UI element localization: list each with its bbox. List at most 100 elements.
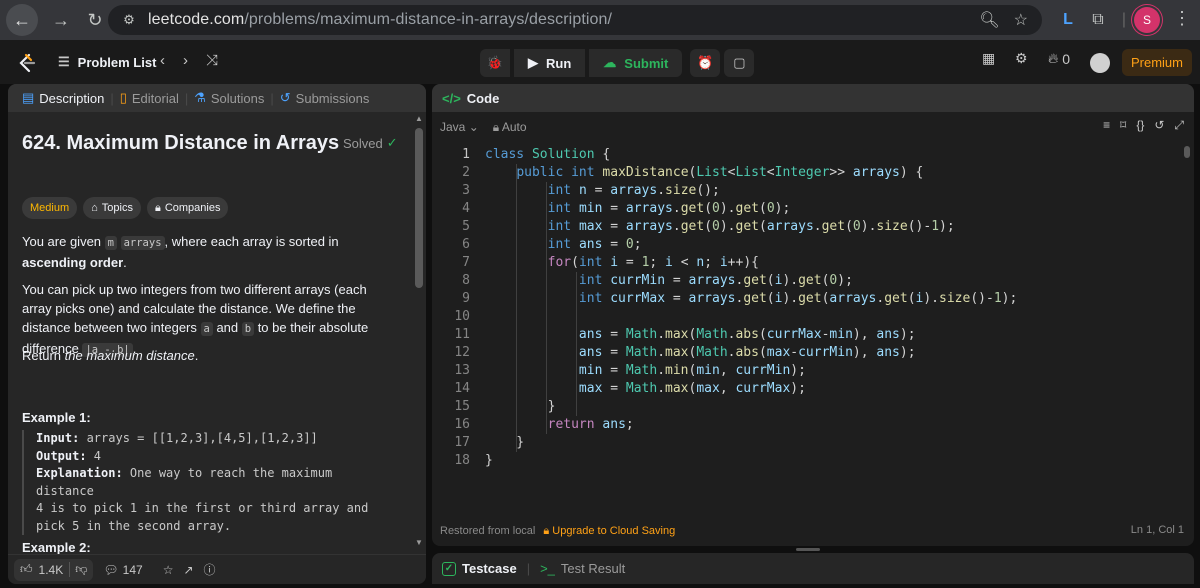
editor-scrollbar[interactable] bbox=[1184, 146, 1190, 158]
code-line: 2 public int maxDistance(List<List<Integ… bbox=[432, 164, 1182, 182]
tab-testcase[interactable]: ✓ Testcase bbox=[442, 561, 517, 576]
tab-solutions[interactable]: ⚗ Solutions bbox=[188, 90, 270, 106]
share-icon[interactable]: ↗ bbox=[183, 563, 193, 577]
notes-button[interactable]: ▢ bbox=[724, 49, 755, 77]
line-number: 6 bbox=[462, 237, 470, 252]
zoom-icon[interactable]: 🔍︎ bbox=[979, 10, 999, 30]
tab-editorial[interactable]: ▯ Editorial bbox=[114, 90, 185, 106]
like-count: 1.4K bbox=[38, 562, 64, 577]
inline-code: a bbox=[200, 322, 213, 336]
reload-icon[interactable]: ↻ bbox=[80, 5, 110, 35]
fullscreen-icon[interactable]: ⤢ bbox=[1174, 118, 1184, 133]
input-value: arrays = [[1,2,3],[4,5],[1,2,3]] bbox=[79, 431, 318, 445]
shuffle-icon[interactable]: ⤨ bbox=[206, 52, 218, 69]
example-2-title: Example 2: bbox=[22, 540, 91, 555]
user-avatar[interactable] bbox=[1090, 53, 1110, 73]
bookmark-star-icon[interactable]: ☆ bbox=[1014, 10, 1028, 30]
reset-icon[interactable]: ↺ bbox=[1154, 118, 1164, 133]
code-line: 11 ans = Math.max(Math.abs(currMax-min),… bbox=[432, 326, 1182, 344]
tab-editorial-label: Editorial bbox=[131, 90, 179, 106]
book-icon: ▯ bbox=[119, 90, 127, 105]
line-number: 12 bbox=[454, 345, 470, 360]
thumbs-up-icon[interactable]: 👍︎ bbox=[20, 562, 33, 577]
code-line: 6 int ans = 0; bbox=[432, 236, 1182, 254]
companies-badge[interactable]: 🔒︎ Companies bbox=[146, 197, 229, 219]
italic-text: the maximum distance bbox=[64, 348, 195, 363]
favorite-star-icon[interactable]: ☆ bbox=[163, 563, 174, 577]
browser-menu-icon[interactable]: ⋮ bbox=[1172, 8, 1192, 32]
line-number: 4 bbox=[462, 201, 470, 216]
address-bar[interactable]: ⚙ leetcode.com/problems/maximum-distance… bbox=[108, 5, 1042, 35]
code-editor[interactable]: 1 class Solution { 2 public int maxDistan… bbox=[432, 146, 1194, 506]
explanation-text: pick 5 in the second array. bbox=[36, 518, 232, 533]
leetcode-logo-icon[interactable] bbox=[16, 52, 38, 74]
vertical-resize-handle[interactable] bbox=[796, 548, 820, 551]
line-number: 7 bbox=[462, 255, 470, 270]
problem-list-label: Problem List bbox=[77, 54, 157, 70]
prev-problem-icon[interactable]: ‹ bbox=[160, 52, 165, 69]
topics-badge[interactable]: ⌂ Topics bbox=[83, 197, 141, 219]
code-line: 13 min = Math.min(min, currMin); bbox=[432, 362, 1182, 380]
solved-label: Solved bbox=[343, 135, 383, 151]
settings-gear-icon[interactable]: ⚙ bbox=[1015, 50, 1028, 67]
auto-label: Auto bbox=[501, 119, 527, 134]
submit-button[interactable]: ☁ Submit bbox=[589, 49, 683, 77]
next-problem-icon[interactable]: › bbox=[183, 52, 188, 69]
braces-icon[interactable]: {} bbox=[1136, 118, 1144, 133]
line-number: 3 bbox=[462, 183, 470, 198]
help-icon[interactable]: ⓘ bbox=[204, 561, 216, 578]
site-settings-icon[interactable]: ⚙ bbox=[120, 11, 138, 29]
explanation-label: Explanation: bbox=[36, 466, 123, 480]
thumbs-down-icon[interactable]: 👎︎ bbox=[69, 562, 87, 577]
url-text: leetcode.com/problems/maximum-distance-i… bbox=[148, 11, 612, 29]
problem-list-button[interactable]: ☰ Problem List bbox=[58, 54, 156, 70]
output-label: Output: bbox=[36, 448, 87, 463]
like-dislike-group: 👍︎ 1.4K 👎︎ bbox=[14, 558, 94, 581]
run-label: Run bbox=[546, 55, 572, 71]
back-icon[interactable]: ← bbox=[6, 4, 38, 36]
code-toolbar: Java ⌄ 🔒︎ Auto bbox=[432, 112, 1194, 142]
difficulty-badge[interactable]: Medium bbox=[22, 197, 78, 219]
tab-submissions[interactable]: ↺ Submissions bbox=[274, 90, 376, 106]
code-line: 5 int max = arrays.get(0).get(arrays.get… bbox=[432, 218, 1182, 236]
description-scrollbar[interactable]: ▲ ▼ bbox=[412, 112, 426, 552]
timer-button[interactable]: ⏰ bbox=[690, 49, 721, 77]
code-tab[interactable]: </> Code bbox=[432, 84, 1194, 112]
language-value: Java bbox=[440, 120, 466, 134]
scroll-down-icon[interactable]: ▼ bbox=[415, 538, 423, 547]
bookmark-icon[interactable]: ⌑ bbox=[1120, 118, 1126, 133]
restored-text: Restored from local bbox=[440, 525, 536, 537]
format-icon[interactable]: ≡ bbox=[1103, 118, 1110, 133]
text: . bbox=[123, 255, 127, 270]
inline-code: m bbox=[104, 236, 117, 250]
scrollbar-thumb[interactable] bbox=[415, 128, 423, 288]
tab-description[interactable]: ▤ Description bbox=[16, 90, 110, 106]
forward-icon[interactable]: → bbox=[46, 5, 76, 35]
debug-button[interactable]: 🐞 bbox=[480, 49, 510, 77]
extensions-puzzle-icon[interactable]: ⧉ bbox=[1086, 8, 1110, 32]
code-line: 4 int min = arrays.get(0).get(0); bbox=[432, 200, 1182, 218]
description-paragraph-3: Return the maximum distance. bbox=[22, 346, 394, 365]
language-select[interactable]: Java ⌄ bbox=[440, 120, 479, 134]
streak-counter[interactable]: 🔥︎ 0 bbox=[1048, 50, 1070, 67]
cursor-position: Ln 1, Col 1 bbox=[1130, 524, 1184, 536]
code-line: 7 for(int i = 1; i < n; i++){ bbox=[432, 254, 1182, 272]
run-button[interactable]: ▶ Run bbox=[514, 49, 586, 77]
list-icon: ☰ bbox=[58, 54, 70, 69]
text: Return bbox=[22, 348, 65, 363]
description-footer: 👍︎ 1.4K 👎︎ 💬︎ 147 ☆ ↗ ⓘ bbox=[8, 554, 426, 584]
code-line: 18} bbox=[432, 452, 1182, 470]
layout-icon[interactable]: ▦ bbox=[982, 50, 995, 67]
submit-label: Submit bbox=[624, 55, 669, 71]
comment-icon[interactable]: 💬︎ bbox=[103, 563, 118, 577]
tab-test-result[interactable]: >_ Test Result bbox=[540, 561, 625, 576]
code-line: 1 class Solution { bbox=[432, 146, 1182, 164]
profile-avatar[interactable]: S bbox=[1134, 7, 1160, 33]
premium-button[interactable]: Premium bbox=[1122, 49, 1192, 76]
auto-mode[interactable]: 🔒︎ Auto bbox=[493, 120, 527, 135]
upgrade-link[interactable]: 🔒︎ Upgrade to Cloud Saving bbox=[543, 525, 675, 538]
history-icon: ↺ bbox=[279, 90, 291, 105]
extension-l-icon[interactable]: L bbox=[1056, 8, 1080, 32]
line-number: 10 bbox=[454, 309, 470, 324]
scroll-up-icon[interactable]: ▲ bbox=[415, 114, 423, 123]
